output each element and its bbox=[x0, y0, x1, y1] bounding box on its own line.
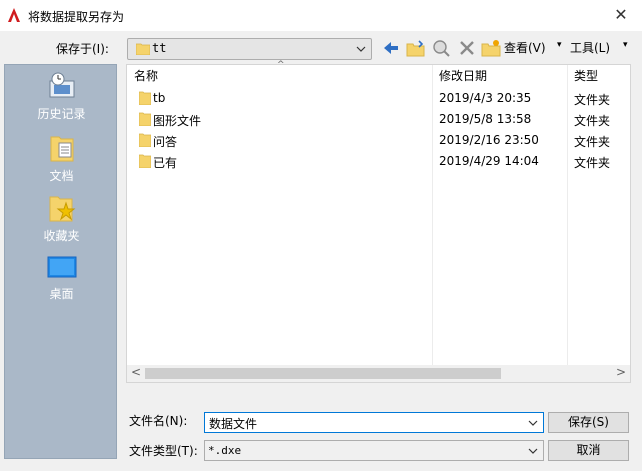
list-item-type: 文件夹 bbox=[574, 114, 611, 128]
filename-label: 文件名(N): bbox=[129, 414, 188, 428]
tools-menu[interactable]: 工具(L) bbox=[570, 39, 610, 56]
list-item-name: 已有 bbox=[153, 156, 178, 170]
up-folder-icon[interactable] bbox=[405, 38, 427, 58]
save-button[interactable]: 保存(S) bbox=[548, 412, 629, 433]
cancel-button[interactable]: 取消 bbox=[548, 440, 629, 461]
list-item-modified: 2019/2/16 23:50 bbox=[439, 133, 539, 147]
tools-menu-arrow-icon[interactable]: ▾ bbox=[623, 40, 628, 50]
sort-ascending-icon: ^ bbox=[277, 60, 285, 70]
filetype-label: 文件类型(T): bbox=[129, 444, 198, 458]
list-item-type: 文件夹 bbox=[574, 156, 611, 170]
list-item-name: tb bbox=[153, 91, 166, 105]
filetype-dropdown[interactable]: *.dxe bbox=[204, 440, 544, 461]
sidebar-item-desktop[interactable]: 桌面 bbox=[5, 255, 118, 302]
sidebar-item-label: 桌面 bbox=[49, 287, 74, 301]
new-folder-icon[interactable] bbox=[481, 38, 501, 58]
column-header-modified[interactable]: 修改日期 bbox=[439, 67, 487, 84]
list-item[interactable]: 图形文件 2019/5/8 13:58 文件夹 bbox=[127, 109, 617, 130]
sidebar-item-favorites[interactable]: 收藏夹 bbox=[5, 193, 118, 244]
scrollbar-thumb[interactable] bbox=[145, 368, 501, 379]
column-header-name[interactable]: 名称 bbox=[134, 67, 158, 84]
list-item-modified: 2019/5/8 13:58 bbox=[439, 112, 532, 126]
folder-icon bbox=[139, 133, 151, 147]
view-menu[interactable]: 查看(V) bbox=[504, 39, 546, 56]
sidebar-item-label: 历史记录 bbox=[37, 107, 86, 121]
autocad-app-icon bbox=[8, 8, 20, 22]
sidebar-item-label: 收藏夹 bbox=[43, 229, 80, 243]
search-web-icon[interactable] bbox=[432, 38, 452, 58]
window-title: 将数据提取另存为 bbox=[28, 10, 125, 24]
save-in-label: 保存于(I): bbox=[56, 42, 109, 56]
folder-icon bbox=[136, 43, 150, 55]
filename-input-box[interactable] bbox=[204, 412, 544, 433]
folder-icon bbox=[139, 91, 151, 105]
chevron-down-icon[interactable] bbox=[527, 416, 539, 430]
folder-icon bbox=[139, 154, 151, 168]
horizontal-scrollbar[interactable]: < > bbox=[127, 365, 630, 382]
back-arrow-icon[interactable] bbox=[381, 38, 401, 58]
chevron-down-icon bbox=[528, 448, 538, 454]
close-button[interactable]: ✕ bbox=[609, 4, 633, 26]
file-list[interactable]: 名称 ^ 修改日期 类型 tb 2019/4/3 20:35 文件夹 图形文件 … bbox=[126, 60, 631, 383]
list-item[interactable]: 已有 2019/4/29 14:04 文件夹 bbox=[127, 151, 617, 172]
list-item[interactable]: tb 2019/4/3 20:35 文件夹 bbox=[127, 88, 617, 109]
list-item-modified: 2019/4/3 20:35 bbox=[439, 91, 532, 105]
view-menu-arrow-icon[interactable]: ▾ bbox=[557, 40, 562, 50]
documents-icon bbox=[50, 136, 73, 162]
sidebar-item-documents[interactable]: 文档 bbox=[5, 133, 118, 184]
chevron-down-icon bbox=[356, 46, 366, 52]
history-icon bbox=[49, 72, 74, 98]
list-item[interactable]: 问答 2019/2/16 23:50 文件夹 bbox=[127, 130, 617, 151]
filetype-value: *.dxe bbox=[208, 444, 242, 457]
sidebar-item-label: 文档 bbox=[49, 169, 74, 183]
list-item-type: 文件夹 bbox=[574, 93, 611, 107]
save-in-value: tt bbox=[152, 41, 167, 55]
list-item-modified: 2019/4/29 14:04 bbox=[439, 154, 539, 168]
places-sidebar: 历史记录 文档 收藏夹 桌面 bbox=[4, 64, 117, 459]
favorites-star-icon bbox=[49, 196, 75, 222]
filename-input[interactable] bbox=[207, 414, 521, 433]
scroll-right-icon[interactable]: > bbox=[616, 365, 626, 379]
folder-icon bbox=[139, 112, 151, 126]
column-header-type[interactable]: 类型 bbox=[574, 67, 598, 84]
delete-icon[interactable] bbox=[458, 38, 476, 58]
list-item-name: 图形文件 bbox=[153, 114, 202, 128]
sidebar-item-history[interactable]: 历史记录 bbox=[5, 71, 118, 122]
desktop-icon bbox=[47, 256, 76, 278]
save-in-dropdown[interactable]: tt bbox=[127, 38, 372, 60]
title-bar: 将数据提取另存为 ✕ bbox=[0, 0, 642, 31]
list-item-name: 问答 bbox=[153, 135, 178, 149]
list-item-type: 文件夹 bbox=[574, 135, 611, 149]
scroll-left-icon[interactable]: < bbox=[131, 365, 141, 379]
